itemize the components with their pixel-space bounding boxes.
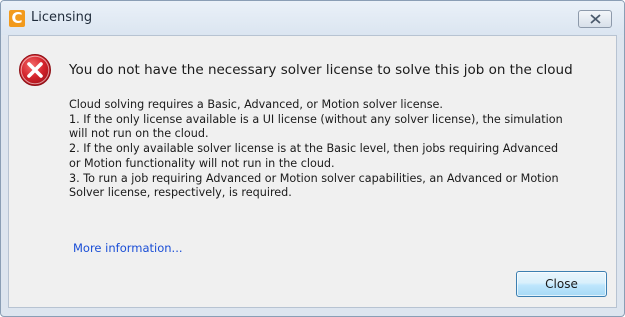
close-button[interactable]: Close (516, 271, 607, 297)
close-icon (590, 14, 601, 24)
error-details: Cloud solving requires a Basic, Advanced… (69, 98, 609, 201)
detail-line: will not run on the cloud. (69, 127, 209, 141)
dialog-content: You do not have the necessary solver lic… (8, 35, 617, 308)
detail-line: Cloud solving requires a Basic, Advanced… (69, 98, 443, 111)
error-headline: You do not have the necessary solver lic… (69, 62, 573, 78)
licensing-dialog: C Licensing You do not have the necessar… (0, 0, 625, 317)
detail-line: 1. If the only license available is a UI… (69, 112, 563, 126)
title-bar: C Licensing (1, 1, 624, 35)
detail-line: 2. If the only available solver license … (69, 142, 559, 156)
detail-line: 3. To run a job requiring Advanced or Mo… (69, 171, 559, 185)
detail-line: Solver license, respectively, is require… (69, 186, 292, 200)
error-icon (19, 54, 51, 86)
detail-line: or Motion functionality will not run in … (69, 156, 335, 170)
more-information-link[interactable]: More information... (73, 241, 183, 255)
window-title: Licensing (31, 10, 93, 25)
window-close-button[interactable] (578, 10, 612, 28)
app-logo-icon: C (9, 10, 25, 27)
